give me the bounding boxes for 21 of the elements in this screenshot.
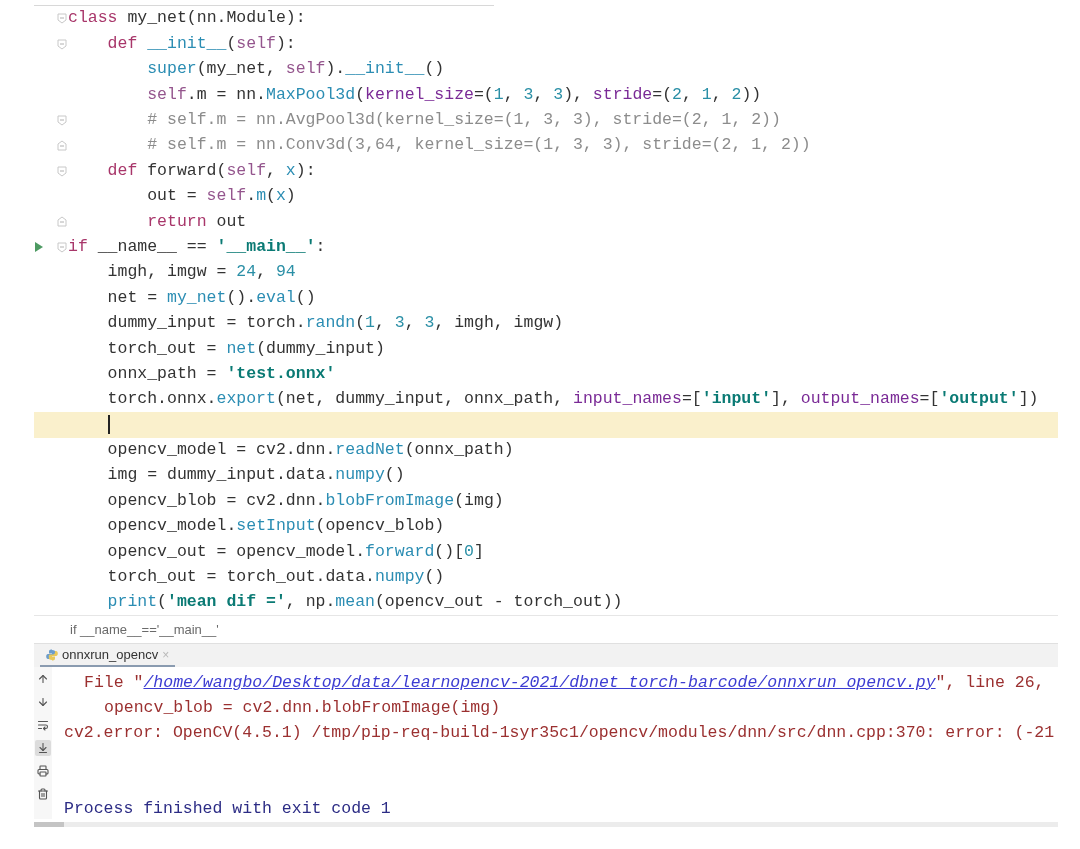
- fold-icon[interactable]: [57, 241, 67, 253]
- fold-icon[interactable]: [57, 38, 67, 50]
- breadcrumb[interactable]: if __name__=='__main__': [70, 620, 219, 640]
- console-line: File "/home/wangbo/Desktop/data/learnopencv-2021/dbnet_torch-barcode/onnxrun_opencv.py", line 26,: [84, 674, 1045, 692]
- fold-icon[interactable]: [57, 165, 67, 177]
- console-line: opencv_blob = cv2.dnn.blobFromImage(img): [104, 699, 501, 717]
- run-tab[interactable]: onnxrun_opencv ×: [40, 644, 176, 668]
- print-icon[interactable]: [35, 763, 51, 780]
- trash-icon[interactable]: [35, 786, 51, 803]
- run-icon[interactable]: [35, 242, 43, 253]
- horizontal-scrollbar[interactable]: [34, 821, 1058, 827]
- console-line: cv2.error: OpenCV(4.5.1) /tmp/pip-req-build-1syr35c1/opencv/modules/dnn/src/dnn.cpp:370: error: (-21: [64, 725, 1055, 742]
- console-line: Process finished with exit code 1: [64, 800, 391, 818]
- tab-label: onnxrun_opencv: [62, 646, 159, 665]
- fold-icon[interactable]: [57, 13, 67, 25]
- fold-icon[interactable]: [57, 114, 67, 126]
- python-icon: [46, 648, 58, 661]
- fold-icon[interactable]: [57, 140, 67, 152]
- text-cursor: [107, 415, 110, 435]
- fold-icon[interactable]: [57, 216, 67, 228]
- scroll-to-end-icon[interactable]: [35, 740, 51, 757]
